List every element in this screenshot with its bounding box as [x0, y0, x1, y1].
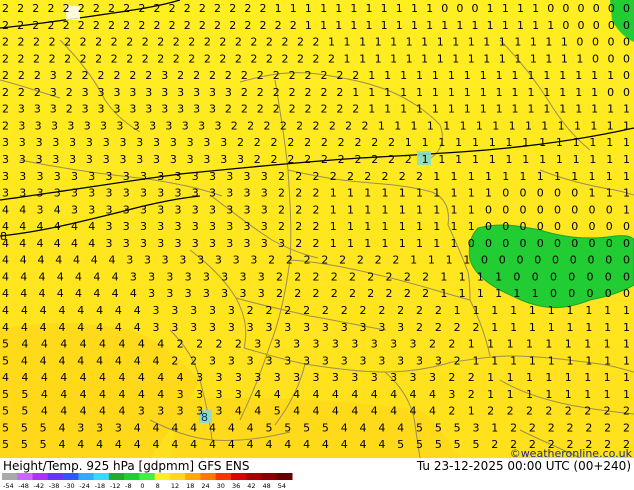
legend-tick-label: -18 — [95, 482, 106, 490]
grid-row-values: 2 2 2 2 2 2 2 2 2 2 2 2 2 2 2 2 2 2 2 2 … — [2, 19, 630, 32]
legend-swatch — [276, 473, 293, 480]
legend-swatch — [108, 473, 125, 480]
legend-ticks: -54 -48 -42 -38 -30 -24 -18 -12 -8 0 8 12 18 24 30 36 42… — [3, 482, 286, 490]
legend-swatch — [261, 473, 278, 480]
legend-swatch — [215, 473, 232, 480]
map-title: Height/Temp. 925 hPa [gdpmm] GFS ENS — [3, 459, 250, 473]
legend-swatches — [2, 473, 293, 480]
legend-swatch — [154, 473, 171, 480]
map-datetime: Tu 23-12-2025 00:00 UTC (00+240) — [416, 459, 631, 473]
legend-tick-label: 8 — [156, 482, 160, 490]
legend-swatch — [139, 473, 156, 480]
grid-row-values: 5 5 5 4 3 3 3 4 4 4 4 4 4 4 5 5 5 5 4 4 … — [2, 421, 630, 434]
legend-tick-label: -24 — [79, 482, 90, 490]
legend-swatch — [47, 473, 64, 480]
legend-tick-label: 24 — [201, 482, 209, 490]
legend-swatch — [32, 473, 49, 480]
grid-row-values: 5 4 4 4 4 4 4 4 4 2 2 3 3 3 3 3 3 3 3 3 … — [2, 354, 630, 367]
legend-tick-label: -8 — [125, 482, 131, 490]
legend-tick-label: 18 — [186, 482, 194, 490]
legend-tick-label: -42 — [34, 482, 45, 490]
legend-tick-label: -12 — [110, 482, 121, 490]
grid-row-values: 3 3 3 3 3 3 3 3 3 3 3 3 3 3 2 2 2 2 2 2 … — [2, 136, 630, 149]
grid-row-values: 4 4 4 4 4 4 4 4 3 3 3 3 3 3 3 2 2 2 2 2 … — [2, 287, 630, 300]
legend-tick-label: 30 — [217, 482, 225, 490]
legend-swatch — [17, 473, 34, 480]
legend-tick-label: 0 — [140, 482, 144, 490]
grid-row-values: 2 2 2 2 2 2 2 2 2 2 2 2 2 2 2 2 2 2 2 2 … — [2, 36, 630, 49]
grid-row-values: 4 4 4 4 4 4 4 3 3 3 3 3 3 3 3 2 2 2 2 2 … — [2, 270, 630, 283]
legend-swatch — [78, 473, 95, 480]
legend-swatch — [93, 473, 110, 480]
weather-map: 8 8 2 2 2 2 2 2 2 2 2 2 2 2 2 2 2 2 2 2 … — [0, 0, 634, 458]
grid-row-values: 2 2 2 2 2 2 2 2 2 2 2 2 2 2 2 2 2 2 1 1 … — [2, 2, 630, 15]
legend-tick-label: 36 — [232, 482, 240, 490]
grid-row-values: 4 4 4 4 4 4 4 4 3 3 3 3 3 3 3 3 3 3 3 3 … — [2, 321, 630, 334]
chart-screen: 8 8 2 2 2 2 2 2 2 2 2 2 2 2 2 2 2 2 2 2 … — [0, 0, 634, 490]
legend-tick-label: 12 — [171, 482, 179, 490]
legend-swatch — [185, 473, 201, 480]
legend-swatch — [124, 473, 140, 480]
grid-row-values: 2 3 3 3 3 3 3 3 3 3 3 3 3 3 2 2 2 2 2 2 … — [2, 119, 630, 132]
legend-tick-label: 48 — [262, 482, 270, 490]
grid-row-values: 4 4 4 4 4 4 4 4 3 3 3 3 3 2 2 2 2 2 2 2 … — [2, 304, 630, 317]
legend-swatch — [246, 473, 262, 480]
legend-swatch — [200, 473, 217, 480]
grid-row-values: 4 4 4 4 4 4 4 3 3 3 3 3 3 3 3 2 2 2 2 2 … — [2, 254, 630, 267]
legend-tick-label: 54 — [278, 482, 286, 490]
color-scale-legend: -54 -48 -42 -38 -30 -24 -18 -12 -8 0 8 12 18 24 30 36 42… — [2, 473, 293, 490]
legend-swatch — [63, 473, 79, 480]
legend-tick-label: -30 — [64, 482, 75, 490]
legend-swatch — [169, 473, 186, 480]
grid-row-values: 3 3 3 3 3 3 3 3 3 3 3 3 3 3 3 2 2 2 2 2 … — [2, 153, 630, 166]
legend-tick-label: 42 — [247, 482, 255, 490]
legend-tick-label: -54 — [3, 482, 14, 490]
legend-tick-label: -48 — [18, 482, 29, 490]
legend-swatch — [2, 473, 18, 480]
legend-tick-label: -38 — [49, 482, 60, 490]
legend-swatch — [230, 473, 247, 480]
grid-row-values: 2 2 2 2 2 2 2 2 2 2 2 2 2 2 2 2 2 2 2 2 … — [2, 52, 630, 65]
